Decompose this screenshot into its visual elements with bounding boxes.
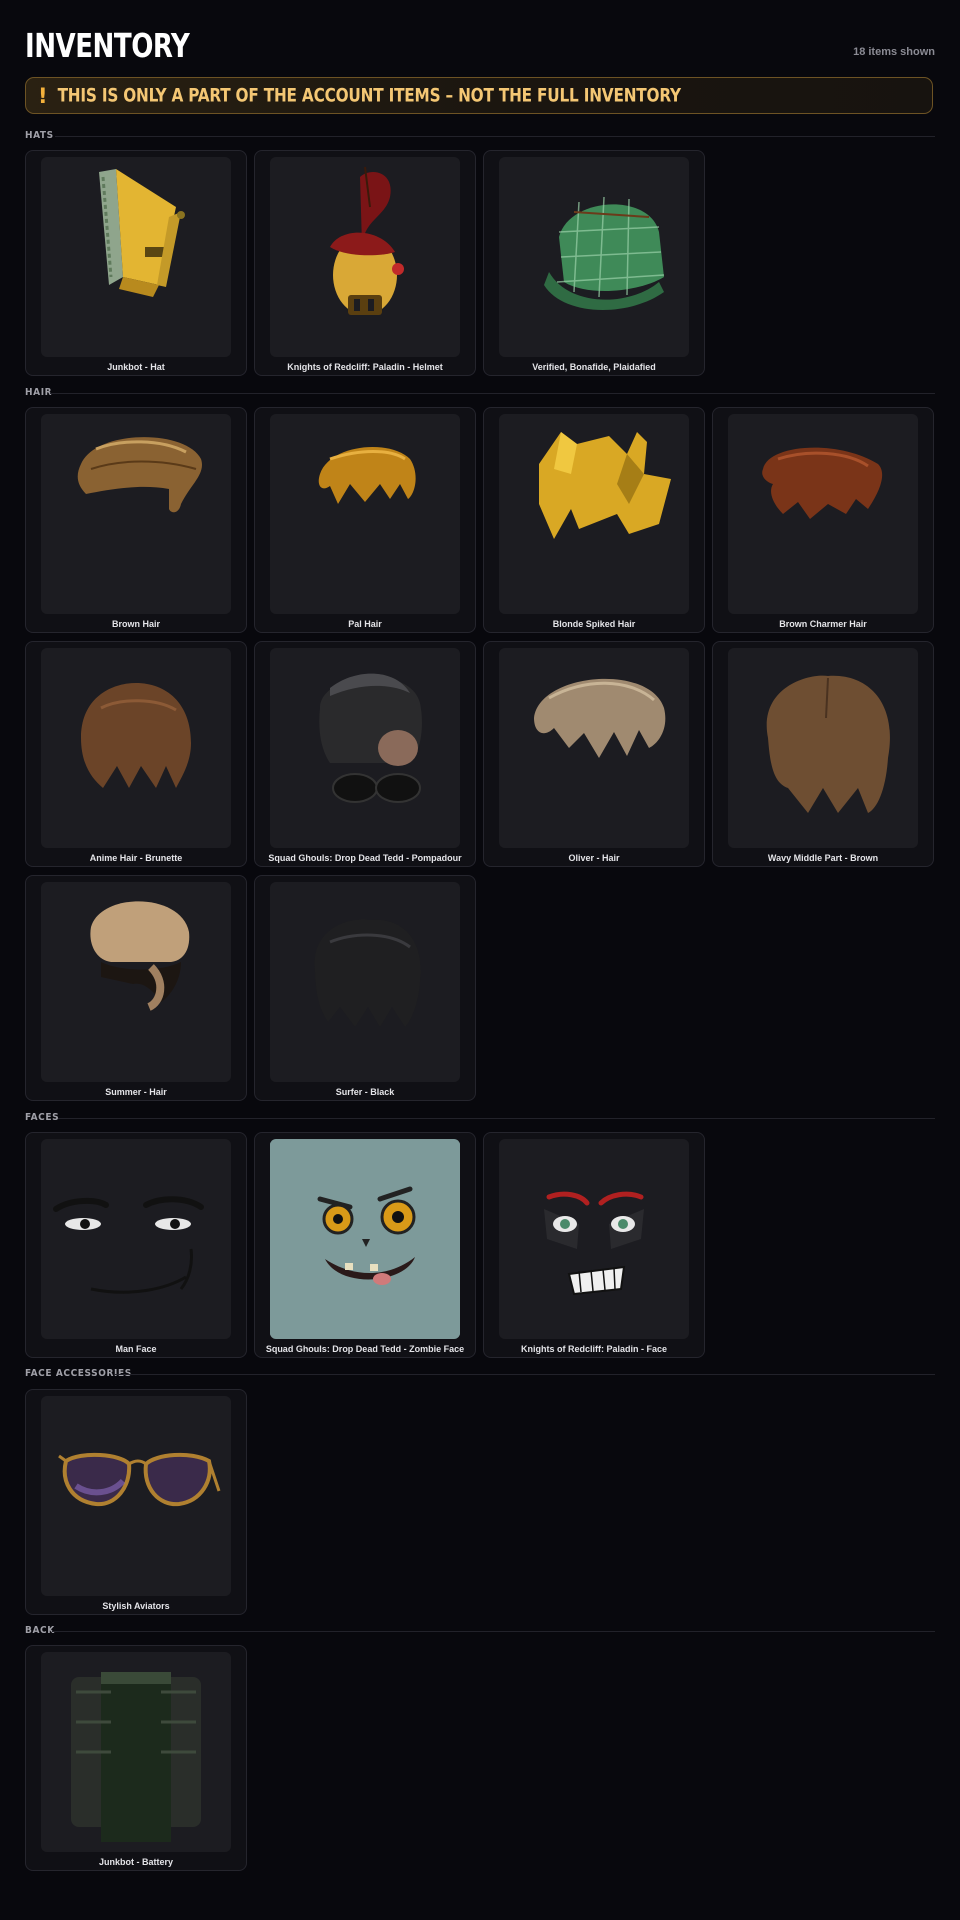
item-name: Brown Hair — [111, 619, 160, 629]
item-card-brown-charmer-hair[interactable]: Brown Charmer Hair — [712, 407, 934, 633]
anime-hair-icon — [81, 683, 191, 788]
item-thumbnail — [41, 157, 231, 357]
helmet-icon — [330, 166, 404, 315]
item-thumbnail — [270, 414, 460, 614]
charmer-hair-icon — [762, 447, 883, 519]
section-divider — [115, 1374, 935, 1375]
item-name: Verified, Bonafide, Plaidafied — [532, 362, 656, 372]
zombie-face-icon — [270, 1143, 460, 1335]
item-name: Surfer - Black — [335, 1087, 395, 1097]
item-card-paladin-face[interactable]: Knights of Redcliff: Paladin - Face — [483, 1132, 705, 1358]
item-name: Summer - Hair — [105, 1087, 167, 1097]
pompadour-icon — [319, 673, 422, 803]
section-label-face-accessories: FACE ACCESSORIES — [25, 1368, 132, 1379]
item-name: Pal Hair — [348, 619, 382, 629]
item-name: Anime Hair - Brunette — [89, 853, 183, 863]
warning-banner: ! THIS IS ONLY A PART OF THE ACCOUNT ITE… — [25, 77, 933, 114]
item-thumbnail — [41, 414, 231, 614]
item-card-brown-hair[interactable]: Brown Hair — [25, 407, 247, 633]
item-card-summer-hair[interactable]: Summer - Hair — [25, 875, 247, 1101]
section-divider — [55, 136, 935, 137]
item-thumbnail — [728, 414, 918, 614]
item-thumbnail — [270, 882, 460, 1082]
banner-message: THIS IS ONLY A PART OF THE ACCOUNT ITEMS… — [57, 84, 681, 107]
item-thumbnail — [270, 648, 460, 848]
item-thumbnail — [41, 1652, 231, 1852]
item-thumbnail — [499, 414, 689, 614]
item-thumbnail — [41, 648, 231, 848]
battery-icon — [71, 1672, 201, 1842]
item-card-junkbot-battery[interactable]: Junkbot - Battery — [25, 1645, 247, 1871]
junkbot-hat-icon — [99, 169, 185, 297]
surfer-hair-icon — [314, 919, 421, 1027]
section-divider — [58, 1118, 935, 1119]
item-card-paladin-helmet[interactable]: Knights of Redcliff: Paladin - Helmet — [254, 150, 476, 376]
item-name: Wavy Middle Part - Brown — [767, 853, 879, 863]
man-face-icon — [53, 1196, 204, 1294]
item-name: Knights of Redcliff: Paladin - Helmet — [287, 362, 443, 372]
item-thumbnail — [499, 1139, 689, 1339]
item-card-anime-hair-brunette[interactable]: Anime Hair - Brunette — [25, 641, 247, 867]
item-name: Knights of Redcliff: Paladin - Face — [520, 1344, 667, 1354]
page-title: INVENTORY — [25, 26, 190, 66]
section-label-faces: FACES — [25, 1112, 60, 1123]
item-name: Man Face — [115, 1344, 157, 1354]
section-label-hats: HATS — [25, 130, 54, 141]
item-card-pompadour[interactable]: Squad Ghouls: Drop Dead Tedd - Pompadour — [254, 641, 476, 867]
paladin-face-icon — [544, 1191, 644, 1296]
item-name: Brown Charmer Hair — [779, 619, 867, 629]
aviator-sunglasses-icon — [58, 1452, 221, 1507]
spiked-hair-icon — [539, 432, 671, 539]
plaid-cap-icon — [544, 196, 665, 310]
section-label-hair: HAIR — [25, 387, 53, 398]
section-divider — [52, 1631, 935, 1632]
section-label-back: BACK — [25, 1625, 55, 1636]
items-count: 18 items shown — [853, 46, 935, 58]
item-card-plaid-cap[interactable]: Verified, Bonafide, Plaidafied — [483, 150, 705, 376]
wavy-hair-icon — [766, 675, 890, 813]
item-card-wavy-middle-part[interactable]: Wavy Middle Part - Brown — [712, 641, 934, 867]
exclamation-icon: ! — [38, 83, 48, 108]
item-card-man-face[interactable]: Man Face — [25, 1132, 247, 1358]
pal-hair-icon — [318, 447, 416, 504]
item-name: Squad Ghouls: Drop Dead Tedd - Zombie Fa… — [265, 1344, 465, 1354]
item-card-junkbot-hat[interactable]: Junkbot - Hat — [25, 150, 247, 376]
item-card-pal-hair[interactable]: Pal Hair — [254, 407, 476, 633]
item-name: Junkbot - Battery — [98, 1857, 173, 1867]
oliver-hair-icon — [534, 678, 666, 758]
item-name: Blonde Spiked Hair — [552, 619, 636, 629]
item-name: Squad Ghouls: Drop Dead Tedd - Pompadour — [268, 853, 462, 863]
brown-hair-icon — [77, 437, 202, 513]
item-card-stylish-aviators[interactable]: Stylish Aviators — [25, 1389, 247, 1615]
item-thumbnail — [270, 157, 460, 357]
item-thumbnail — [41, 882, 231, 1082]
item-thumbnail — [499, 157, 689, 357]
item-name: Stylish Aviators — [102, 1601, 170, 1611]
page-header: INVENTORY 18 items shown — [25, 26, 935, 66]
item-card-blonde-spiked-hair[interactable]: Blonde Spiked Hair — [483, 407, 705, 633]
summer-hair-icon — [90, 901, 190, 1011]
item-name: Oliver - Hair — [568, 853, 620, 863]
item-thumbnail — [41, 1396, 231, 1596]
item-thumbnail — [728, 648, 918, 848]
item-thumbnail — [499, 648, 689, 848]
item-thumbnail — [41, 1139, 231, 1339]
item-thumbnail — [270, 1139, 460, 1339]
item-card-zombie-face[interactable]: Squad Ghouls: Drop Dead Tedd - Zombie Fa… — [254, 1132, 476, 1358]
section-divider — [50, 393, 935, 394]
item-card-oliver-hair[interactable]: Oliver - Hair — [483, 641, 705, 867]
item-card-surfer-black[interactable]: Surfer - Black — [254, 875, 476, 1101]
item-name: Junkbot - Hat — [107, 362, 165, 372]
